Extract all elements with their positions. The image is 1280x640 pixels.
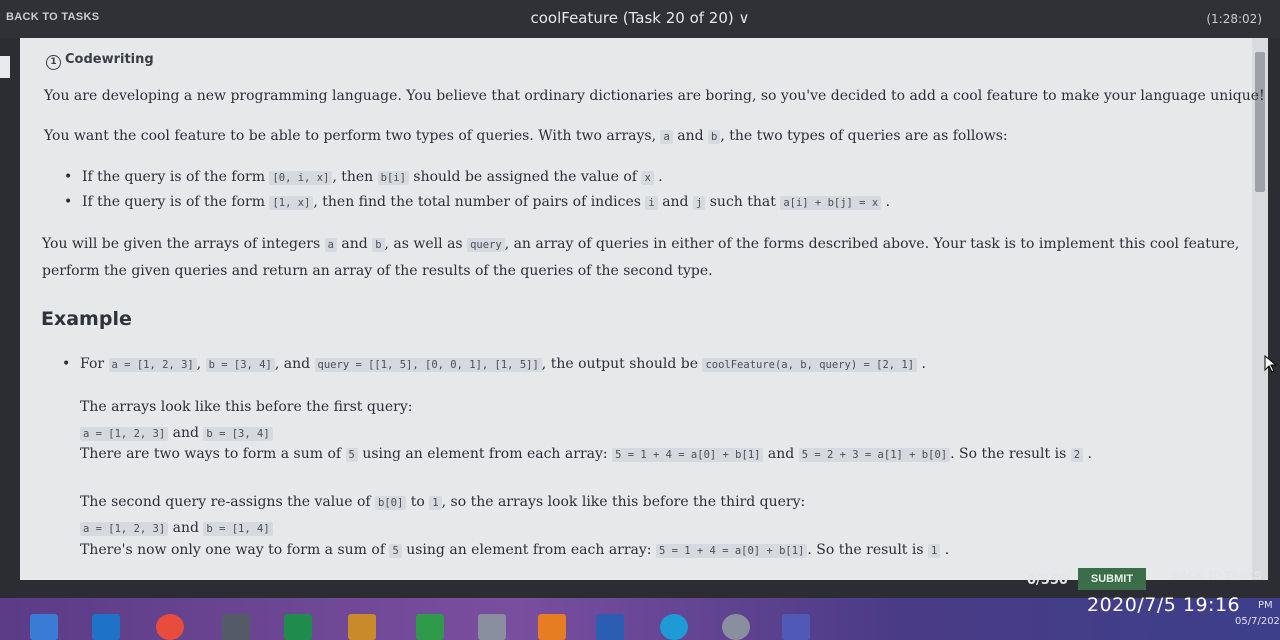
info-icon: 1 [46,55,61,70]
scrollbar[interactable] [1252,38,1268,580]
sidebar-toggle[interactable] [0,56,10,78]
excel-icon[interactable] [284,614,312,640]
box-app-icon[interactable] [222,614,250,640]
score-counter: 0/550 [1027,573,1068,588]
scrollbar-thumb[interactable] [1255,52,1265,192]
mouse-cursor-icon [1264,354,1278,377]
back-to-tasks-button[interactable]: BACK TO TASKS [1172,570,1261,582]
query-intro: You want the cool feature to be able to … [44,128,1008,144]
internet-explorer-icon[interactable] [660,614,688,640]
word-icon[interactable] [596,614,624,640]
teams-icon[interactable] [782,614,810,640]
outlook-icon[interactable] [92,614,120,640]
app-icon[interactable] [538,614,566,640]
example-line-3: There are two ways to form a sum of 5 us… [80,446,1092,462]
chrome-icon[interactable] [156,614,184,640]
example-bullet: For a = [1, 2, 3], b = [3, 4], and query… [62,356,926,372]
task-title-dropdown[interactable]: coolFeature (Task 20 of 20) ∨ [0,9,1280,27]
example-heading: Example [41,308,132,330]
clock-ampm: PM [1258,600,1273,611]
intro-text: You are developing a new programming lan… [44,88,1265,104]
given-text: You will be given the arrays of integers… [42,236,1240,279]
timer: (1:28:02) [1206,12,1262,26]
windows-start-icon[interactable] [30,614,58,640]
query-type-bullet-2: If the query is of the form [1, x], then… [64,194,890,210]
query-type-bullet-1: If the query is of the form [0, i, x], t… [64,169,663,185]
top-bar: BACK TO TASKS coolFeature (Task 20 of 20… [0,0,1280,38]
tray-date: 05/7/2020 [1235,616,1280,627]
task-type-label: 1 Codewriting [46,52,154,70]
snipping-tool-icon[interactable] [722,614,750,640]
example-line-4: The second query re-assigns the value of… [80,494,806,510]
calculator-icon[interactable] [478,614,506,640]
example-line-1: The arrays look like this before the fir… [80,399,413,415]
chart-app-icon[interactable] [348,614,376,640]
photo-datestamp: 2020/7/5 19:16 [1087,594,1241,616]
task-description-panel: 1 Codewriting You are developing a new pr… [20,38,1268,580]
android-app-icon[interactable] [416,614,444,640]
example-line-5: a = [1, 2, 3] and b = [1, 4] [80,520,273,536]
submit-button[interactable]: SUBMIT [1078,568,1146,590]
example-line-2: a = [1, 2, 3] and b = [3, 4] [80,425,273,441]
example-line-6: There's now only one way to form a sum o… [80,542,950,558]
